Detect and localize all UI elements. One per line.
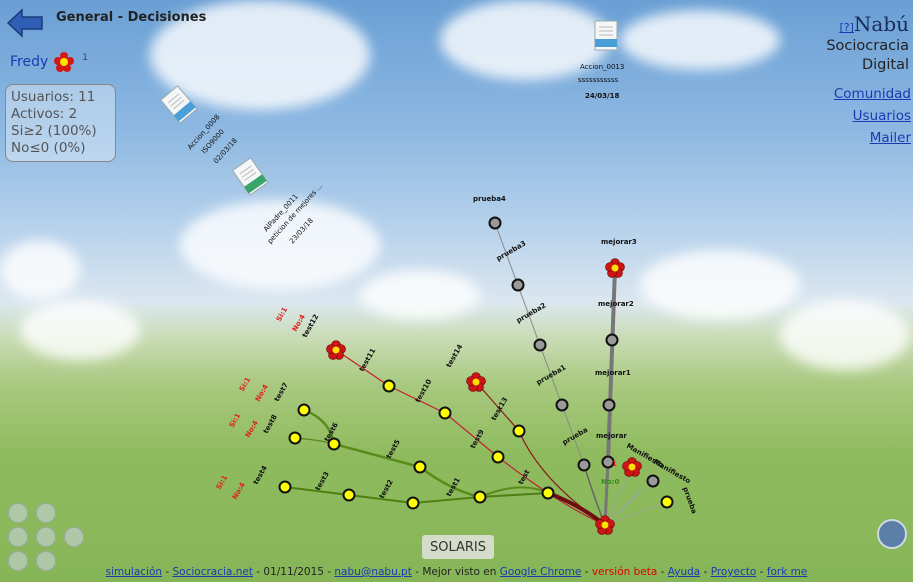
graph-node[interactable]	[297, 403, 311, 417]
graph-node[interactable]	[533, 338, 547, 352]
flower-node[interactable]	[466, 372, 486, 392]
graph-node[interactable]	[605, 333, 619, 347]
graph-edge	[547, 491, 607, 527]
graph-node[interactable]	[288, 431, 302, 445]
fullscreen-button[interactable]	[877, 519, 907, 549]
link-ayuda[interactable]: Ayuda	[668, 566, 700, 578]
graph-node[interactable]	[577, 458, 591, 472]
node-label: test10	[414, 378, 434, 404]
footer-beta: versión beta	[591, 566, 658, 578]
vote-label: Si:1	[215, 474, 230, 491]
flower-node[interactable]	[326, 340, 346, 360]
node-label: mejorar3	[601, 238, 637, 246]
footer-sep: -	[162, 566, 173, 578]
vote-label: No:4	[244, 419, 260, 439]
graph-node[interactable]	[511, 278, 525, 292]
graph-node[interactable]	[406, 496, 420, 510]
footer-sep: -	[411, 566, 423, 578]
vote-label: No:4	[231, 481, 247, 501]
flower-node[interactable]	[605, 258, 625, 278]
node-label: mejorar1	[595, 369, 631, 377]
footer-sep: -	[581, 566, 592, 578]
node-label: test5	[385, 438, 402, 460]
graph-node[interactable]	[473, 490, 487, 504]
node-label: prueba4	[473, 195, 506, 203]
node-label: test	[517, 468, 532, 486]
graph-node[interactable]	[488, 216, 502, 230]
node-label: prueba3	[495, 239, 528, 262]
node-label: test7	[273, 381, 290, 403]
node-label: test8	[262, 413, 279, 435]
node-label: prueba	[681, 486, 698, 515]
vote-label: Si:1	[238, 376, 253, 393]
graph-node[interactable]	[555, 398, 569, 412]
vote-label: Si:1	[275, 306, 290, 323]
graph-node[interactable]	[541, 486, 555, 500]
node-label: test13	[490, 396, 510, 422]
node-label: test11	[358, 347, 378, 373]
node-label: mejorar2	[598, 300, 634, 308]
footer-sep: -	[700, 566, 711, 578]
footer-sep: -	[657, 566, 668, 578]
graph-node[interactable]	[382, 379, 396, 393]
graph-node[interactable]	[278, 480, 292, 494]
graph-node[interactable]	[491, 450, 505, 464]
node-label: test4	[252, 464, 269, 486]
node-label: test14	[445, 343, 465, 369]
solaris-button[interactable]: SOLARIS	[422, 535, 494, 559]
node-label: prueba	[561, 426, 589, 447]
footer: simulación - Sociocracia.net - 01/11/201…	[0, 566, 913, 578]
vote-label: Si:1	[228, 412, 243, 429]
node-label: test3	[314, 470, 331, 492]
graph-node[interactable]	[512, 424, 526, 438]
vote-label: 1	[612, 460, 617, 468]
graph-node[interactable]	[660, 495, 674, 509]
link-simulacion[interactable]: simulación	[106, 566, 162, 578]
vote-label: No:0	[601, 478, 619, 486]
graph-node[interactable]	[646, 474, 660, 488]
graph-node[interactable]	[413, 460, 427, 474]
footer-sep: -	[756, 566, 767, 578]
link-proyecto[interactable]: Proyecto	[711, 566, 757, 578]
pan-up-icon[interactable]	[36, 503, 56, 523]
graph-node[interactable]	[438, 406, 452, 420]
vote-label: No:4	[254, 383, 270, 403]
link-sociocracia[interactable]: Sociocracia.net	[173, 566, 253, 578]
zoom-out-icon[interactable]	[8, 527, 28, 547]
node-label: test9	[469, 428, 486, 450]
pan-up-left-icon[interactable]	[8, 503, 28, 523]
node-label: test1	[445, 476, 462, 498]
graph-node[interactable]	[342, 488, 356, 502]
footer-sep: -	[323, 566, 335, 578]
footer-mejor: Mejor visto en	[422, 566, 497, 578]
pan-right-icon[interactable]	[64, 527, 84, 547]
link-chrome[interactable]: Google Chrome	[500, 566, 582, 578]
node-label: prueba1	[535, 363, 568, 386]
footer-date: 01/11/2015	[263, 566, 324, 578]
link-email[interactable]: nabu@nabu.pt	[334, 566, 411, 578]
center-icon[interactable]	[36, 527, 56, 547]
link-fork[interactable]: fork me	[767, 566, 808, 578]
node-label: test2	[378, 478, 395, 500]
flower-node[interactable]	[622, 457, 642, 477]
graph-node[interactable]	[602, 398, 616, 412]
node-label: mejorar	[596, 432, 627, 440]
decision-graph: test12test11test10test9test14test13test7…	[215, 195, 698, 535]
footer-sep: -	[252, 566, 264, 578]
